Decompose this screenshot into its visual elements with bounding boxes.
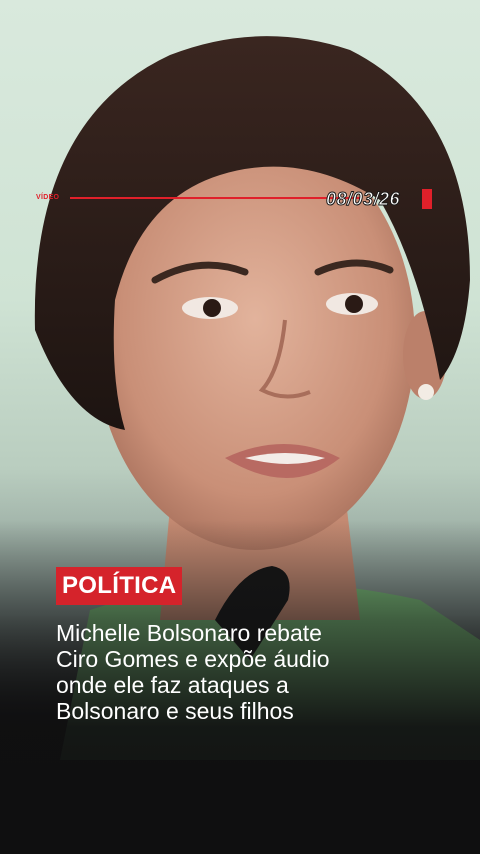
headline-line: onde ele faz ataques a: [56, 672, 289, 698]
category-label: POLÍTICA: [62, 572, 177, 599]
date-label: 08/03/26: [325, 189, 401, 210]
headline: Michelle Bolsonaro rebate Ciro Gomes e e…: [56, 620, 456, 724]
headline-line: Ciro Gomes e expõe áudio: [56, 646, 330, 672]
category-badge: POLÍTICA: [56, 567, 183, 605]
date-accent-box: [422, 189, 432, 209]
date-bar: VÍDEO 08/03/26: [36, 189, 432, 211]
background-photo: [0, 0, 480, 854]
video-tag: VÍDEO: [36, 194, 60, 201]
headline-line: Michelle Bolsonaro rebate: [56, 620, 322, 646]
headline-line: Bolsonaro e seus filhos: [56, 698, 294, 724]
red-divider-line: [70, 197, 360, 199]
